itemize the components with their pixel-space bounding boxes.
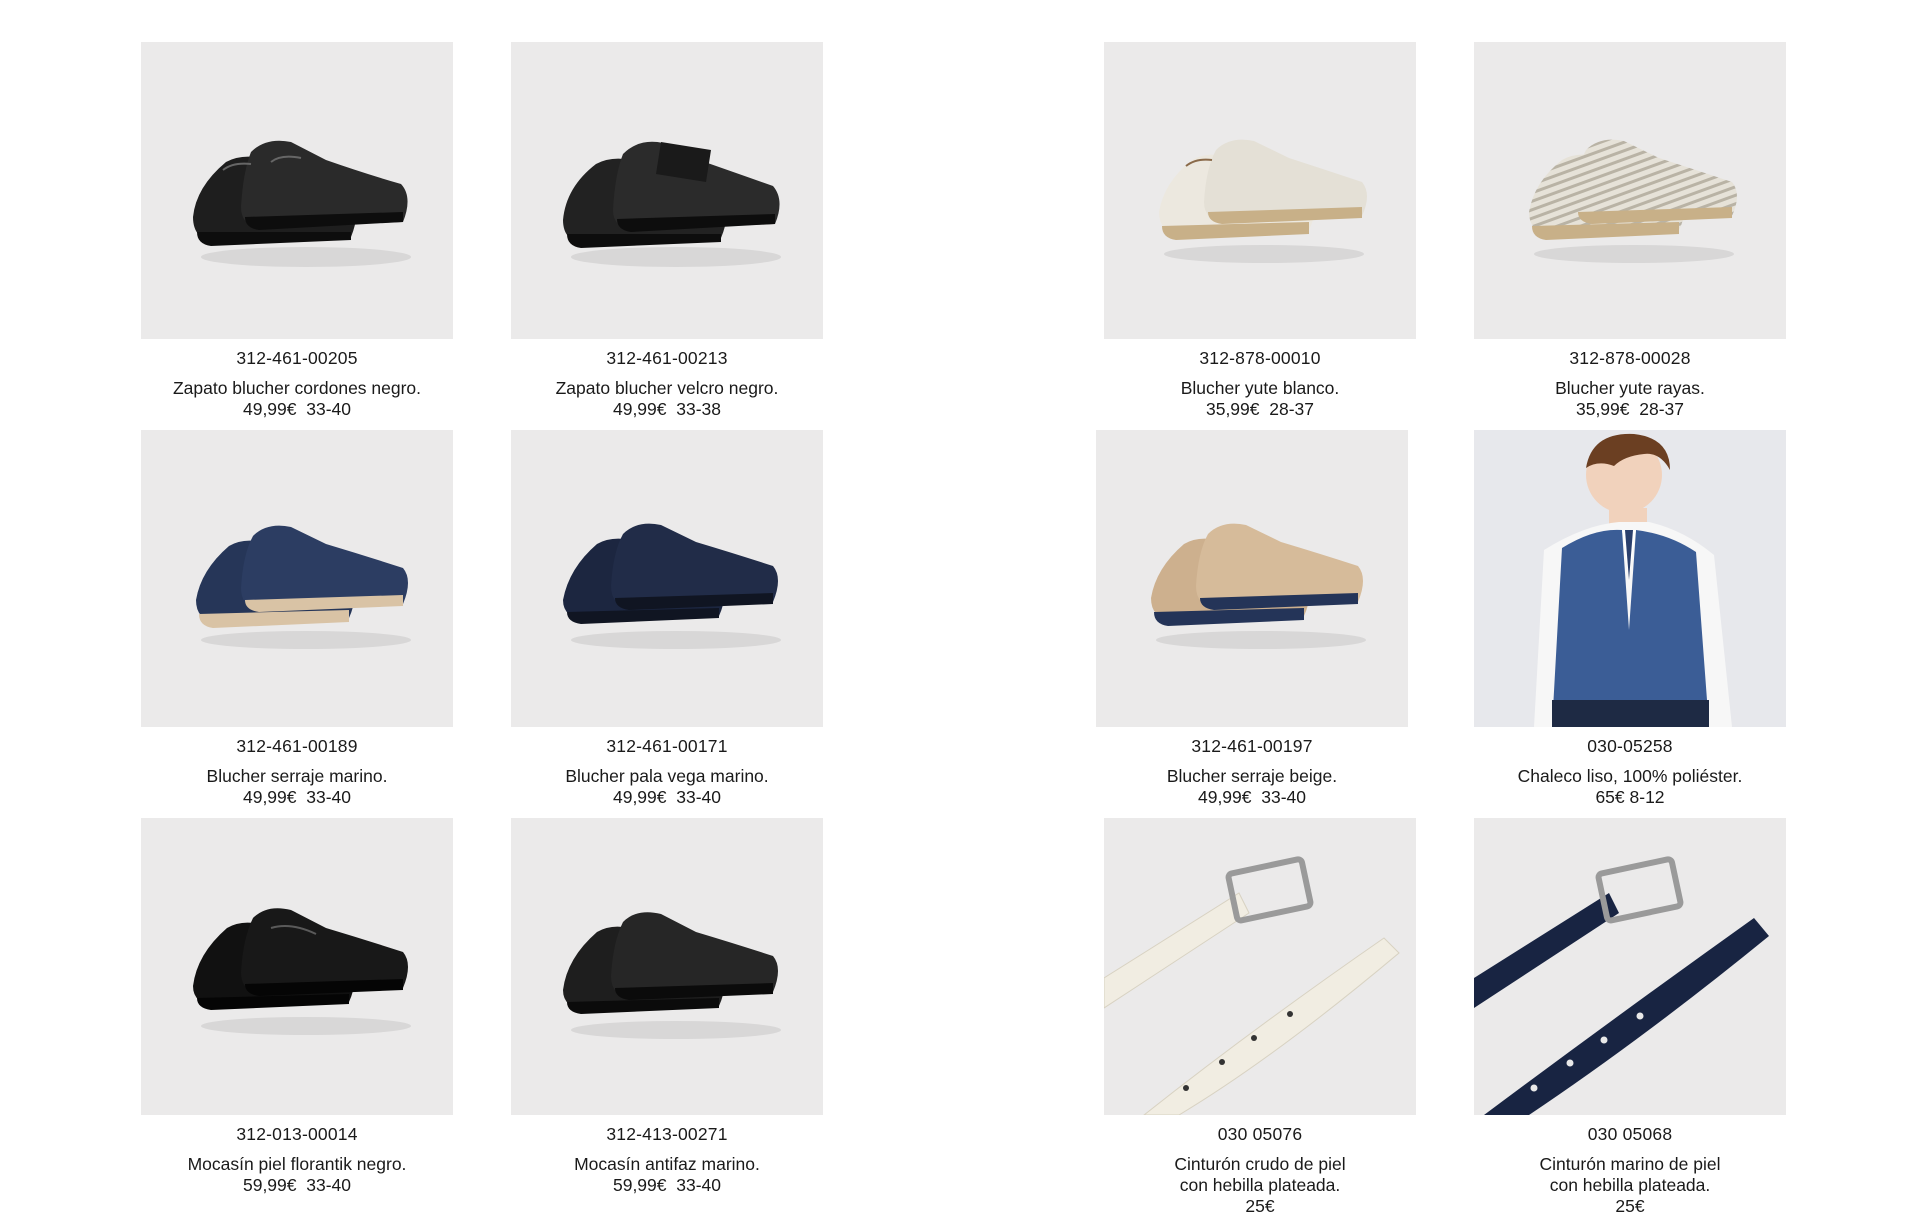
product-price: 49,99€ 33-38: [612, 399, 721, 419]
product-price: 35,99€ 28-37: [1575, 399, 1684, 419]
navy-wingtip-shoes-icon: [563, 523, 781, 649]
product-card[interactable]: 312-461-00189 Blucher serraje marino. 49…: [137, 430, 457, 808]
product-code: 030 05076: [1217, 1124, 1303, 1144]
product-card[interactable]: 312-461-00205 Zapato blucher cordones ne…: [137, 42, 457, 420]
product-price: 49,99€ 33-40: [1197, 787, 1306, 807]
product-price: 35,99€ 28-37: [1205, 399, 1314, 419]
product-card[interactable]: 312-461-00171 Blucher pala vega marino. …: [507, 430, 827, 808]
product-code: 312-461-00205: [236, 348, 358, 368]
black-lace-up-shoes-icon: [193, 140, 411, 267]
product-price: 59,99€ 33-40: [242, 1175, 351, 1195]
product-price: 25€: [1615, 1196, 1645, 1216]
product-card[interactable]: 030-05258 Chaleco liso, 100% poliéster. …: [1470, 430, 1790, 808]
navy-suede-shoes-icon: [196, 525, 411, 649]
boy-in-blue-vest-icon: [1534, 433, 1732, 727]
product-price: 65€ 8-12: [1595, 787, 1665, 807]
product-photo: [1096, 430, 1408, 727]
product-price: 49,99€ 33-40: [612, 787, 721, 807]
product-code: 312-461-00189: [236, 736, 358, 756]
product-card[interactable]: 312-461-00197 Blucher serraje beige. 49,…: [1092, 430, 1412, 808]
product-code: 312-413-00271: [606, 1124, 728, 1144]
product-name: Blucher yute rayas.: [1555, 378, 1705, 398]
product-name: Chaleco liso, 100% poliéster.: [1517, 766, 1743, 786]
product-card[interactable]: 312-461-00213 Zapato blucher velcro negr…: [507, 42, 827, 420]
product-photo: [1474, 430, 1786, 727]
black-velcro-shoes-icon: [563, 141, 781, 267]
product-code: 312-013-00014: [236, 1124, 358, 1144]
product-code: 030 05068: [1587, 1124, 1673, 1144]
product-card[interactable]: 312-413-00271 Mocasín antifaz marino. 59…: [507, 818, 827, 1196]
product-name: Cinturón crudo de piel con hebilla plate…: [1174, 1154, 1346, 1195]
product-photo: [141, 430, 453, 727]
product-name: Mocasín piel florantik negro.: [187, 1154, 407, 1174]
product-price: 25€: [1245, 1196, 1275, 1216]
product-code: 312-461-00213: [606, 348, 728, 368]
beige-suede-shoes-icon: [1151, 523, 1366, 649]
cream-leather-belt-icon: [1104, 856, 1400, 1115]
striped-jute-shoes-icon: [1529, 139, 1737, 263]
product-photo: [1104, 818, 1416, 1115]
product-code: 312-878-00028: [1569, 348, 1691, 368]
product-name: Blucher serraje marino.: [206, 766, 388, 786]
black-penny-loafers-icon: [563, 912, 781, 1039]
product-code: 312-461-00171: [606, 736, 728, 756]
product-price: 59,99€ 33-40: [612, 1175, 721, 1195]
white-jute-shoes-icon: [1159, 139, 1367, 263]
product-photo: [1474, 818, 1786, 1115]
product-photo: [1104, 42, 1416, 339]
product-photo: [511, 430, 823, 727]
product-name: Blucher yute blanco.: [1180, 378, 1340, 398]
product-name: Mocasín antifaz marino.: [574, 1154, 760, 1174]
product-card[interactable]: 030 05068 Cinturón marino de piel con he…: [1470, 818, 1790, 1217]
navy-leather-belt-icon: [1474, 856, 1769, 1115]
product-name: Zapato blucher cordones negro.: [172, 378, 422, 398]
product-name: Zapato blucher velcro negro.: [555, 378, 779, 398]
product-card[interactable]: 312-878-00028 Blucher yute rayas. 35,99€…: [1470, 42, 1790, 420]
product-name: Blucher pala vega marino.: [565, 766, 769, 786]
product-photo: [141, 818, 453, 1115]
product-card[interactable]: 312-013-00014 Mocasín piel florantik neg…: [137, 818, 457, 1196]
product-photo: [1474, 42, 1786, 339]
product-name: Cinturón marino de piel con hebilla plat…: [1539, 1154, 1721, 1195]
product-price: 49,99€ 33-40: [242, 787, 351, 807]
product-price: 49,99€ 33-40: [242, 399, 351, 419]
product-card[interactable]: 030 05076 Cinturón crudo de piel con heb…: [1100, 818, 1420, 1217]
product-photo: [141, 42, 453, 339]
product-name: Blucher serraje beige.: [1166, 766, 1338, 786]
product-photo: [511, 818, 823, 1115]
product-code: 312-878-00010: [1199, 348, 1321, 368]
black-patent-loafers-icon: [193, 908, 411, 1035]
product-photo: [511, 42, 823, 339]
product-card[interactable]: 312-878-00010 Blucher yute blanco. 35,99…: [1100, 42, 1420, 420]
product-code: 312-461-00197: [1191, 736, 1313, 756]
product-code: 030-05258: [1587, 736, 1673, 756]
